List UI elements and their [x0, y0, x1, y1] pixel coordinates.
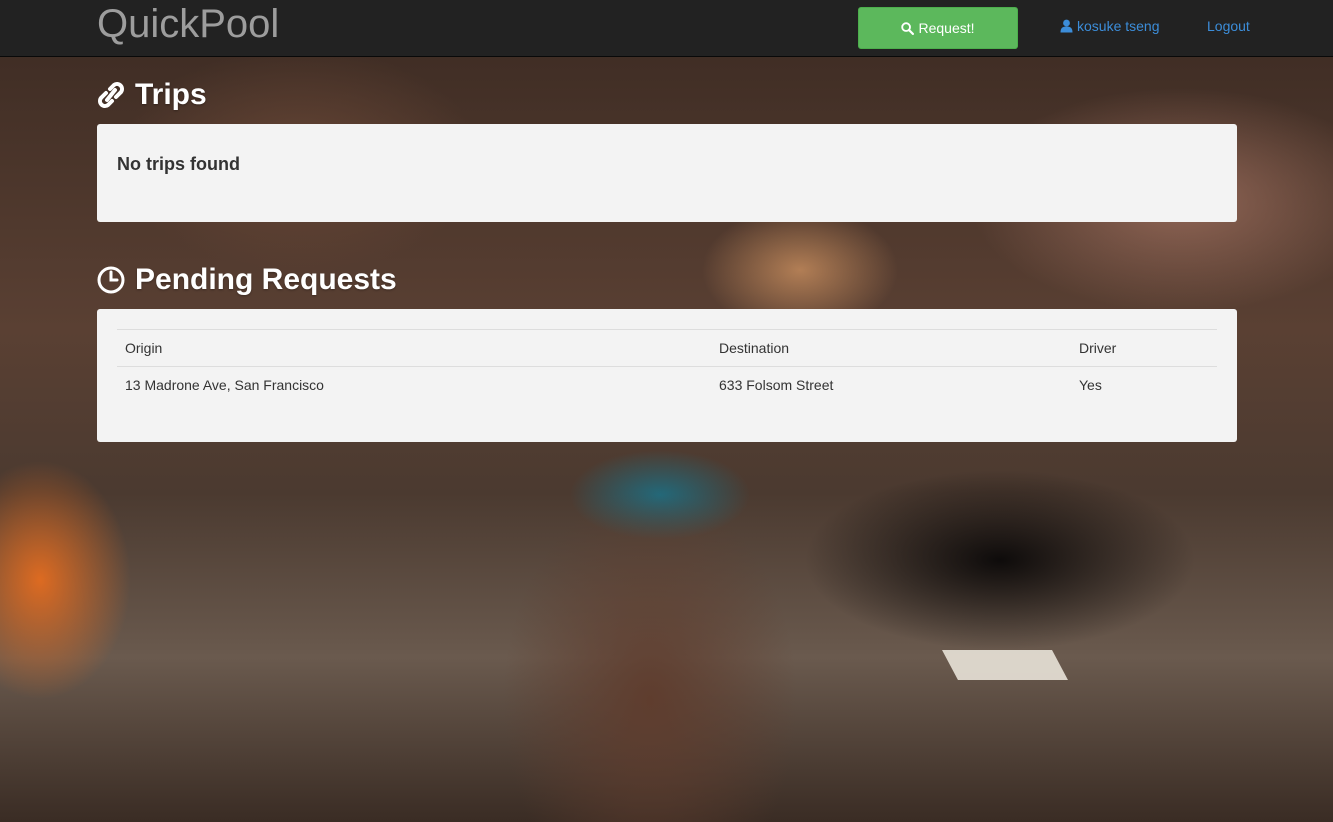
request-button-label: Request! — [918, 20, 975, 36]
user-profile-link[interactable]: kosuke tseng — [1060, 18, 1160, 34]
pending-requests-heading: Pending Requests — [97, 263, 397, 297]
pending-requests-table: Origin Destination Driver 13 Madrone Ave… — [117, 329, 1217, 404]
logout-link[interactable]: Logout — [1207, 18, 1250, 34]
user-icon — [1060, 19, 1073, 33]
cell-origin: 13 Madrone Ave, San Francisco — [125, 377, 324, 394]
no-trips-message: No trips found — [117, 154, 240, 174]
pending-requests-panel: Origin Destination Driver 13 Madrone Ave… — [97, 309, 1237, 442]
search-icon — [901, 21, 915, 35]
crosswalk-stripe — [942, 650, 1068, 680]
table-row[interactable]: 13 Madrone Ave, San Francisco 633 Folsom… — [117, 367, 1217, 404]
request-button[interactable]: Request! — [858, 7, 1018, 49]
trips-panel: No trips found — [97, 124, 1237, 222]
user-name: kosuke tseng — [1077, 18, 1160, 34]
cell-destination: 633 Folsom Street — [719, 377, 834, 394]
navbar: QuickPool Request! kosuke tseng Logout — [0, 0, 1333, 57]
trips-heading: Trips — [97, 78, 207, 112]
link-icon — [97, 80, 125, 110]
trips-title: Trips — [135, 78, 207, 111]
brand-logo[interactable]: QuickPool — [97, 2, 279, 46]
table-header-row: Origin Destination Driver — [117, 329, 1217, 367]
column-header-origin: Origin — [117, 329, 711, 367]
column-header-destination: Destination — [711, 329, 1071, 367]
cell-driver: Yes — [1079, 377, 1102, 394]
pending-requests-title: Pending Requests — [135, 263, 397, 296]
column-header-driver: Driver — [1071, 329, 1217, 367]
clock-icon — [97, 266, 125, 294]
